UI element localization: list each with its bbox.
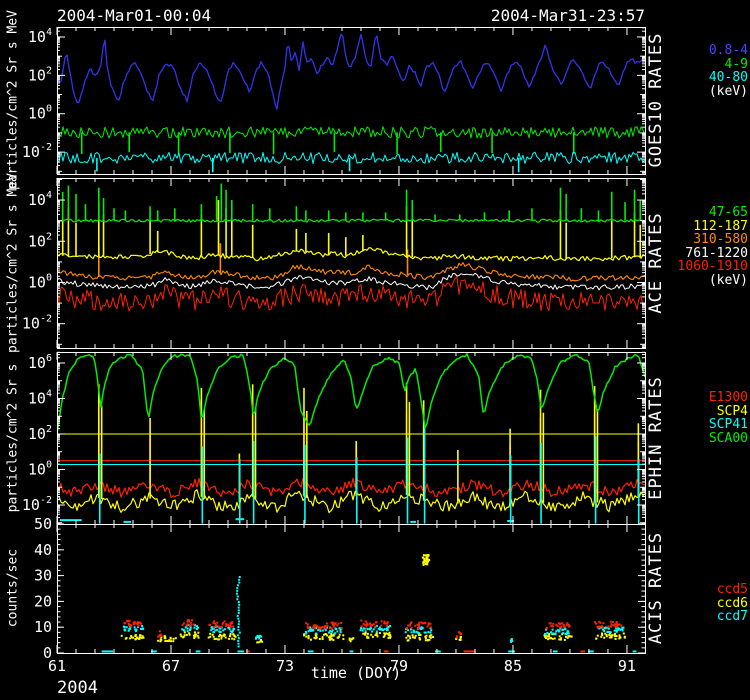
y-axis-label-acis: counts/sec xyxy=(6,549,21,627)
svg-text:73: 73 xyxy=(276,657,294,675)
panel-label-goes10-rates: GOES10 RATES xyxy=(646,33,666,168)
plot-end-timestamp: 2004-Mar31-23:57 xyxy=(491,6,645,25)
legend-entry: ccd5 xyxy=(717,583,748,597)
legend-entry: 1060-1910 xyxy=(678,260,748,274)
x-axis-label: time (DOY) xyxy=(311,664,401,682)
acis-legend: ccd5ccd6ccd7 xyxy=(717,583,748,624)
svg-text:104: 104 xyxy=(28,190,52,209)
legend-entry: 112-187 xyxy=(678,220,748,234)
svg-text:100: 100 xyxy=(28,272,52,291)
legend-entry: 4-9 xyxy=(709,58,748,72)
legend-entry: 0.8-4 xyxy=(709,44,748,58)
panel-label-acis-rates: ACIS RATES xyxy=(646,532,666,644)
svg-text:91: 91 xyxy=(618,657,636,675)
legend-entry: SCP41 xyxy=(709,418,748,432)
y-axis-label-goes10: particles/cm^2 Sr s MeV xyxy=(6,10,21,190)
svg-text:102: 102 xyxy=(28,424,52,443)
ephin-legend: E1300SCP4SCP41SCA00 xyxy=(709,391,748,445)
svg-text:20: 20 xyxy=(34,592,52,610)
svg-text:67: 67 xyxy=(162,657,180,675)
legend-entry: 40-80 xyxy=(709,71,748,85)
legend-entry: 310-580 xyxy=(678,233,748,247)
svg-text:102: 102 xyxy=(28,65,52,84)
legend-entry: (keV) xyxy=(709,85,748,99)
legend-entry: ccd6 xyxy=(717,597,748,611)
legend-entry: 761-1220 xyxy=(678,247,748,261)
y-axis-label-ace: particles/cm^2 Sr s MeV xyxy=(6,173,21,353)
plot-start-timestamp: 2004-Mar01-00:04 xyxy=(57,6,211,25)
radiation-rates-plot: 10-2 100 102 104 10-2 100 102 104 10-2 100 102 104 1… xyxy=(0,0,750,700)
svg-text:10: 10 xyxy=(34,618,52,636)
legend-entry: SCP4 xyxy=(709,405,748,419)
plot-canvas: 10-2 100 102 104 10-2 100 102 104 10-2 100 102 104 1… xyxy=(0,0,750,700)
svg-text:100: 100 xyxy=(28,104,52,123)
legend-entry: (keV) xyxy=(678,274,748,288)
svg-text:40: 40 xyxy=(34,541,52,559)
y-axis-label-ephin: particles/cm^2 Sr s xyxy=(6,364,21,513)
svg-text:100: 100 xyxy=(28,460,52,479)
legend-entry: 47-65 xyxy=(678,206,748,220)
svg-text:10-2: 10-2 xyxy=(22,142,52,161)
svg-text:104: 104 xyxy=(28,389,52,408)
legend-entry: E1300 xyxy=(709,391,748,405)
x-axis-year-label: 2004 xyxy=(57,678,98,698)
legend-entry: ccd7 xyxy=(717,610,748,624)
panel-label-ace-rates: ACE RATES xyxy=(646,212,666,313)
ace-legend: 47-65112-187310-580761-12201060-1910(keV… xyxy=(678,206,748,287)
panel-label-ephin-rates: EPHIN RATES xyxy=(646,376,666,500)
svg-text:104: 104 xyxy=(28,27,52,46)
svg-text:50: 50 xyxy=(34,515,52,533)
svg-text:61: 61 xyxy=(48,657,66,675)
svg-text:85: 85 xyxy=(504,657,522,675)
svg-text:10-2: 10-2 xyxy=(22,314,52,333)
svg-text:30: 30 xyxy=(34,567,52,585)
goes10-legend: 0.8-44-940-80(keV) xyxy=(709,44,748,98)
svg-text:10-2: 10-2 xyxy=(22,495,52,514)
svg-text:106: 106 xyxy=(28,353,52,372)
legend-entry: SCA00 xyxy=(709,432,748,446)
svg-text:102: 102 xyxy=(28,231,52,250)
